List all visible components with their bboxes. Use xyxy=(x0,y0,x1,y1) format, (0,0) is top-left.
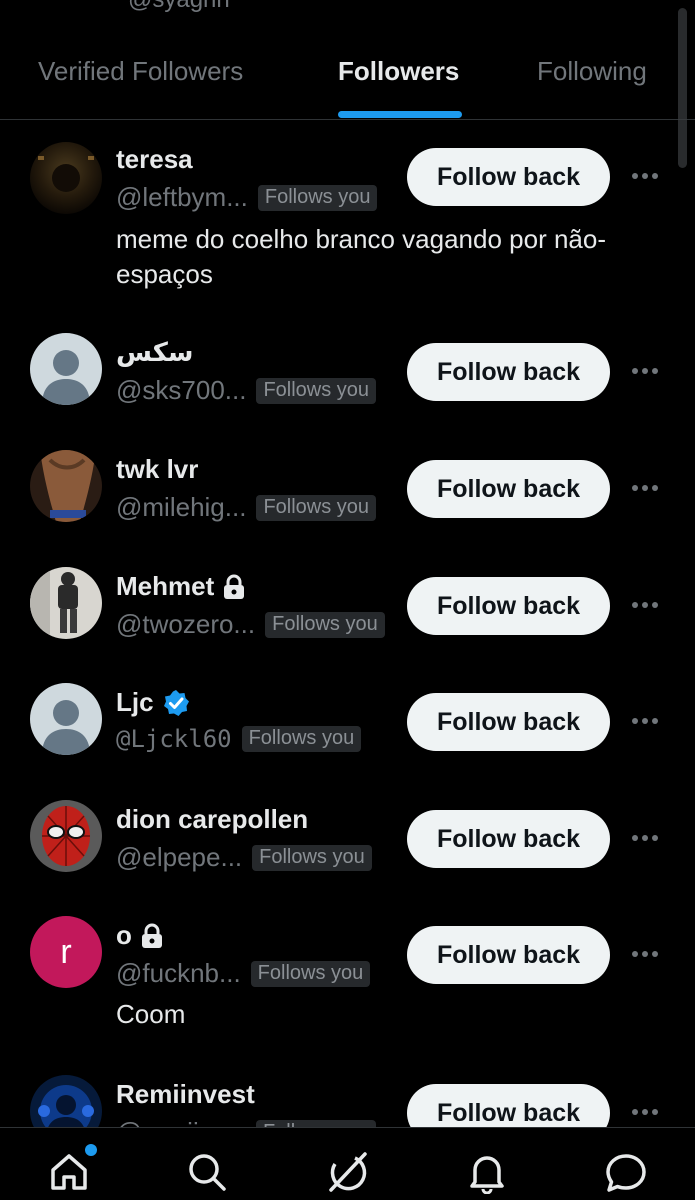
follows-you-badge: Follows you xyxy=(241,726,362,752)
display-name[interactable]: Remiinvest xyxy=(116,1079,255,1110)
follows-you-badge: Follows you xyxy=(257,184,378,211)
more-options-icon[interactable] xyxy=(632,595,662,615)
follow-back-button[interactable]: Follow back xyxy=(407,810,610,868)
display-name[interactable]: Mehmet xyxy=(116,571,246,602)
display-name[interactable]: twk lvr xyxy=(116,454,198,485)
user-bio: Coom xyxy=(116,999,186,1029)
more-options-icon[interactable] xyxy=(632,711,662,731)
lock-icon xyxy=(224,574,245,599)
user-handle[interactable]: @milehig... xyxy=(116,492,246,523)
user-handle[interactable]: @leftbym... xyxy=(116,182,248,213)
more-options-icon[interactable] xyxy=(632,828,662,848)
user-handle[interactable]: @sks700... xyxy=(116,375,246,406)
display-name[interactable]: Ljc xyxy=(116,687,190,718)
follows-you-badge: Follows you xyxy=(250,960,371,987)
follows-you-badge: Follows you xyxy=(256,377,377,404)
avatar[interactable] xyxy=(30,333,102,405)
more-options-icon[interactable] xyxy=(632,1102,662,1122)
follow-back-button[interactable]: Follow back xyxy=(407,148,610,206)
bell-icon[interactable] xyxy=(465,1150,509,1195)
tab-verified-followers[interactable]: Verified Followers xyxy=(38,56,243,87)
more-options-icon[interactable] xyxy=(632,478,662,498)
user-handle[interactable]: @Ljckl60 xyxy=(116,725,232,753)
tab-bar: Verified Followers Followers Following xyxy=(0,0,695,168)
messages-icon[interactable] xyxy=(604,1150,648,1194)
more-options-icon[interactable] xyxy=(632,944,662,964)
follow-back-button[interactable]: Follow back xyxy=(407,460,610,518)
active-tab-indicator xyxy=(338,111,462,118)
more-options-icon[interactable] xyxy=(632,361,662,381)
user-bio: meme do coelho branco vagando por não-es… xyxy=(116,224,606,289)
tab-following[interactable]: Following xyxy=(537,56,647,87)
follows-you-badge: Follows you xyxy=(265,611,385,638)
display-name[interactable]: teresa xyxy=(116,144,193,175)
verified-icon xyxy=(163,689,189,716)
display-name[interactable]: o xyxy=(116,920,164,951)
avatar-letter: r xyxy=(60,932,72,971)
avatar[interactable] xyxy=(30,683,102,755)
tab-followers[interactable]: Followers xyxy=(338,56,459,87)
grok-icon[interactable] xyxy=(325,1150,369,1194)
user-handle[interactable]: @elpepe... xyxy=(116,842,242,873)
home-icon[interactable] xyxy=(47,1144,97,1194)
avatar[interactable] xyxy=(30,450,102,522)
follows-you-badge: Follows you xyxy=(256,494,377,521)
search-icon[interactable] xyxy=(185,1150,229,1194)
avatar[interactable] xyxy=(30,567,102,639)
follows-you-badge: Follows you xyxy=(252,844,372,871)
bottom-nav xyxy=(0,1127,695,1200)
user-handle[interactable]: @twozero... xyxy=(116,609,255,640)
scrollbar[interactable] xyxy=(678,8,687,168)
avatar[interactable]: r xyxy=(30,916,102,988)
display-name[interactable]: سكس xyxy=(116,337,193,368)
follow-back-button[interactable]: Follow back xyxy=(407,343,610,401)
display-name[interactable]: dion carepollen xyxy=(116,804,308,835)
follow-back-button[interactable]: Follow back xyxy=(407,693,610,751)
follow-back-button[interactable]: Follow back xyxy=(407,577,610,635)
follow-back-button[interactable]: Follow back xyxy=(407,926,610,984)
more-options-icon[interactable] xyxy=(632,166,662,186)
avatar[interactable] xyxy=(30,142,102,214)
user-handle[interactable]: @fucknb... xyxy=(116,958,241,989)
lock-icon xyxy=(141,923,162,948)
avatar[interactable] xyxy=(30,800,102,872)
notification-dot xyxy=(85,1144,97,1156)
